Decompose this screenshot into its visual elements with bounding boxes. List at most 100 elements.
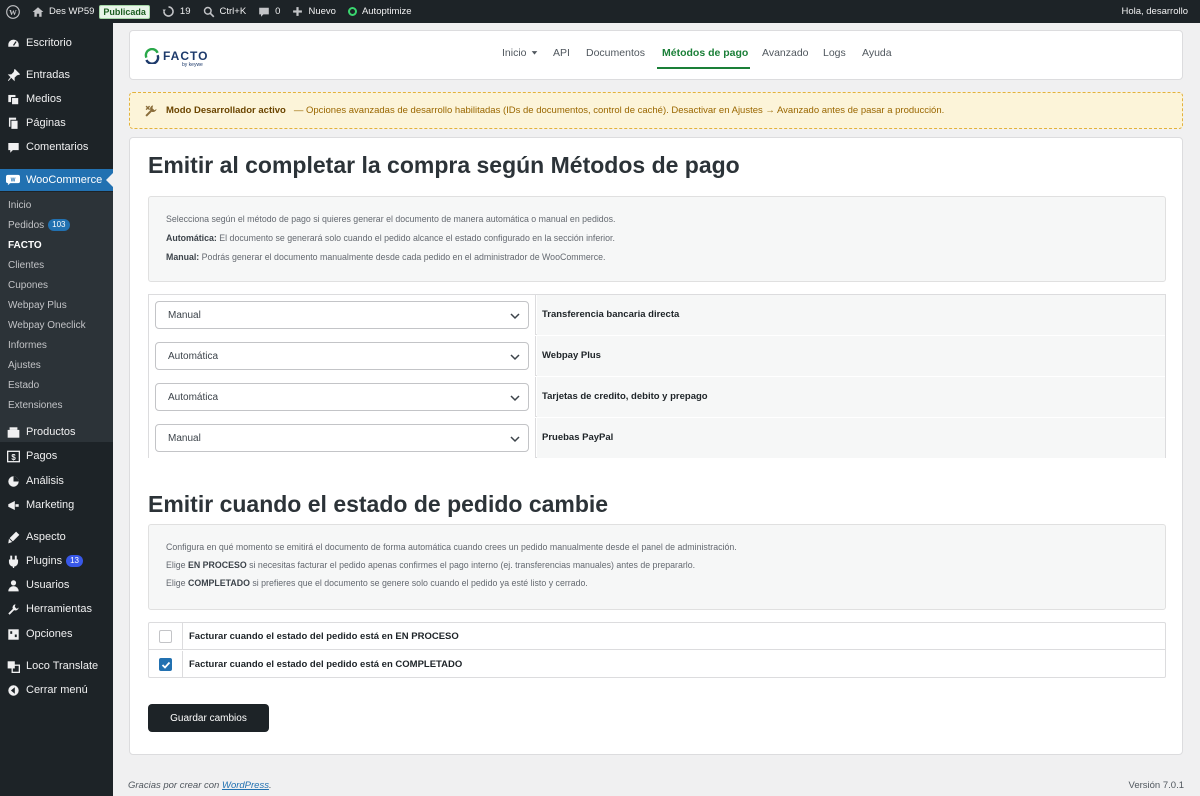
dev-mode-notice: Modo Desarrollador activo — Opciones ava… bbox=[129, 92, 1183, 129]
menu-label: Loco Translate bbox=[26, 660, 99, 672]
info-manual-label: Manual: bbox=[166, 252, 200, 262]
submenu-item-ajustes[interactable]: Ajustes bbox=[8, 357, 41, 373]
footer-text: . bbox=[268, 780, 272, 791]
save-button[interactable]: Guardar cambios bbox=[148, 704, 269, 732]
submenu-item-estado[interactable]: Estado bbox=[8, 377, 39, 393]
menu-item-cerrar-menu[interactable]: Cerrar menú bbox=[0, 679, 113, 701]
translate-icon bbox=[6, 659, 20, 673]
payment-method-name: Transferencia bancaria directa bbox=[542, 309, 680, 320]
order-status-options: Facturar cuando el estado del pedido est… bbox=[148, 622, 1166, 678]
submenu-item-cupones[interactable]: Cupones bbox=[8, 277, 48, 293]
info-automatic-label: Automática: bbox=[166, 233, 217, 243]
menu-item-usuarios[interactable]: Usuarios bbox=[0, 574, 113, 596]
submenu-item-informes[interactable]: Informes bbox=[8, 337, 47, 353]
media-icon bbox=[6, 92, 20, 106]
emission-mode-select[interactable]: Manual bbox=[155, 424, 529, 452]
nav-tab-logs[interactable]: Logs bbox=[823, 47, 846, 59]
menu-item-paginas[interactable]: Páginas bbox=[0, 112, 113, 134]
submenu-item-inicio[interactable]: Inicio bbox=[8, 197, 31, 213]
submenu-item-webpay-oneclick[interactable]: Webpay Oneclick bbox=[8, 317, 86, 333]
command-palette-link[interactable]: Ctrl+K bbox=[197, 0, 253, 23]
autoptimize-link[interactable]: Autoptimize bbox=[342, 0, 418, 23]
menu-item-productos[interactable]: Productos bbox=[0, 421, 113, 443]
menu-item-woocommerce[interactable]: W WooCommerce bbox=[0, 169, 113, 191]
submenu-item-extensiones[interactable]: Extensiones bbox=[8, 397, 62, 413]
menu-item-entradas[interactable]: Entradas bbox=[0, 64, 113, 86]
info-automatic: Automática: El documento se generará sol… bbox=[166, 233, 615, 243]
emission-mode-select[interactable]: Manual bbox=[155, 301, 529, 329]
submenu-item-facto[interactable]: FACTO bbox=[8, 237, 42, 253]
new-content-link[interactable]: Nuevo bbox=[286, 0, 341, 23]
woocommerce-submenu: Inicio Pedidos 103 FACTO Clientes Cupone… bbox=[0, 192, 113, 442]
emission-mode-select[interactable]: Automática bbox=[155, 342, 529, 370]
footer-text: Gracias por crear con bbox=[128, 780, 222, 791]
info-manual-text: Podrás generar el documento manualmente … bbox=[199, 252, 606, 262]
completado-label[interactable]: Facturar cuando el estado del pedido est… bbox=[189, 659, 462, 670]
svg-text:W: W bbox=[9, 7, 17, 16]
new-label: Nuevo bbox=[308, 6, 336, 17]
info-line-2: Elige EN PROCESO si necesitas facturar e… bbox=[166, 560, 695, 570]
submenu-item-clientes[interactable]: Clientes bbox=[8, 257, 44, 273]
menu-label: Páginas bbox=[26, 117, 66, 129]
wordpress-logo-icon[interactable]: W bbox=[0, 0, 26, 23]
site-name: Des WP59 bbox=[49, 6, 95, 17]
comments-link[interactable]: 0 bbox=[252, 0, 286, 23]
chevron-down-icon bbox=[510, 395, 520, 402]
submenu-item-pedidos[interactable]: Pedidos 103 bbox=[8, 217, 70, 233]
emission-mode-select[interactable]: Automática bbox=[155, 383, 529, 411]
menu-label: Productos bbox=[26, 426, 76, 438]
menu-item-medios[interactable]: Medios bbox=[0, 88, 113, 110]
en-proceso-checkbox[interactable] bbox=[159, 630, 172, 643]
plugins-count-badge: 13 bbox=[66, 555, 83, 567]
menu-item-comentarios[interactable]: Comentarios bbox=[0, 136, 113, 158]
nav-tab-inicio[interactable]: Inicio bbox=[502, 47, 538, 59]
nav-tab-metodos-de-pago[interactable]: Métodos de pago bbox=[662, 47, 748, 59]
menu-label: Herramientas bbox=[26, 603, 93, 615]
table-row: Manual Transferencia bancaria directa bbox=[149, 295, 1165, 335]
nav-tab-avanzado[interactable]: Avanzado bbox=[762, 47, 809, 59]
menu-item-opciones[interactable]: Opciones bbox=[0, 623, 113, 645]
dashboard-icon bbox=[6, 36, 20, 50]
updates-icon bbox=[162, 6, 174, 17]
nav-tab-ayuda[interactable]: Ayuda bbox=[862, 47, 892, 59]
en-proceso-label[interactable]: Facturar cuando el estado del pedido est… bbox=[189, 631, 459, 642]
menu-item-loco-translate[interactable]: Loco Translate bbox=[0, 655, 113, 677]
info-bold: COMPLETADO bbox=[188, 578, 250, 588]
menu-label: Plugins bbox=[26, 555, 63, 567]
menu-item-herramientas[interactable]: Herramientas bbox=[0, 598, 113, 620]
site-name-link[interactable]: Des WP59 Publicada bbox=[26, 0, 156, 23]
payments-icon: $ bbox=[6, 449, 20, 463]
facto-logo[interactable]: FACTO by keywe bbox=[144, 44, 214, 68]
updates-link[interactable]: 19 bbox=[156, 0, 197, 23]
checkmark-icon bbox=[161, 661, 170, 669]
menu-label: Medios bbox=[26, 93, 62, 105]
info-text: si necesitas facturar el pedido apenas c… bbox=[246, 560, 696, 570]
info-text: Elige bbox=[166, 578, 189, 588]
comments-count: 0 bbox=[275, 6, 281, 17]
order-status-info-box: Configura en qué momento se emitirá el d… bbox=[148, 524, 1166, 610]
chevron-down-icon bbox=[510, 313, 520, 320]
submenu-label: Pedidos bbox=[8, 219, 45, 231]
completado-checkbox[interactable] bbox=[159, 658, 172, 671]
menu-item-escritorio[interactable]: Escritorio bbox=[0, 32, 113, 54]
chevron-down-icon bbox=[510, 354, 520, 361]
payment-methods-table: Manual Transferencia bancaria directa Au… bbox=[148, 294, 1166, 458]
menu-item-marketing[interactable]: Marketing bbox=[0, 494, 113, 516]
menu-item-aspecto[interactable]: Aspecto bbox=[0, 526, 113, 548]
menu-label: Cerrar menú bbox=[26, 684, 88, 696]
account-greeting[interactable]: Hola, desarrollo bbox=[1115, 0, 1200, 23]
menu-item-analisis[interactable]: Análisis bbox=[0, 470, 113, 492]
menu-label: Marketing bbox=[26, 499, 75, 511]
menu-item-pagos[interactable]: $ Pagos bbox=[0, 445, 113, 467]
list-item: Facturar cuando el estado del pedido est… bbox=[149, 623, 1165, 650]
marketing-icon bbox=[6, 498, 20, 512]
nav-tab-api[interactable]: API bbox=[553, 47, 570, 59]
menu-item-plugins[interactable]: Plugins 13 bbox=[0, 550, 113, 572]
submenu-item-webpay-plus[interactable]: Webpay Plus bbox=[8, 297, 67, 313]
info-bold: EN PROCESO bbox=[188, 560, 247, 570]
wordpress-link[interactable]: WordPress bbox=[222, 780, 269, 791]
notice-title: Modo Desarrollador activo bbox=[166, 105, 286, 116]
admin-bar: W Des WP59 Publicada 19 Ctrl+K 0 Nuevo A… bbox=[0, 0, 1200, 23]
nav-tab-documentos[interactable]: Documentos bbox=[586, 47, 645, 59]
chevron-down-icon bbox=[510, 436, 520, 443]
